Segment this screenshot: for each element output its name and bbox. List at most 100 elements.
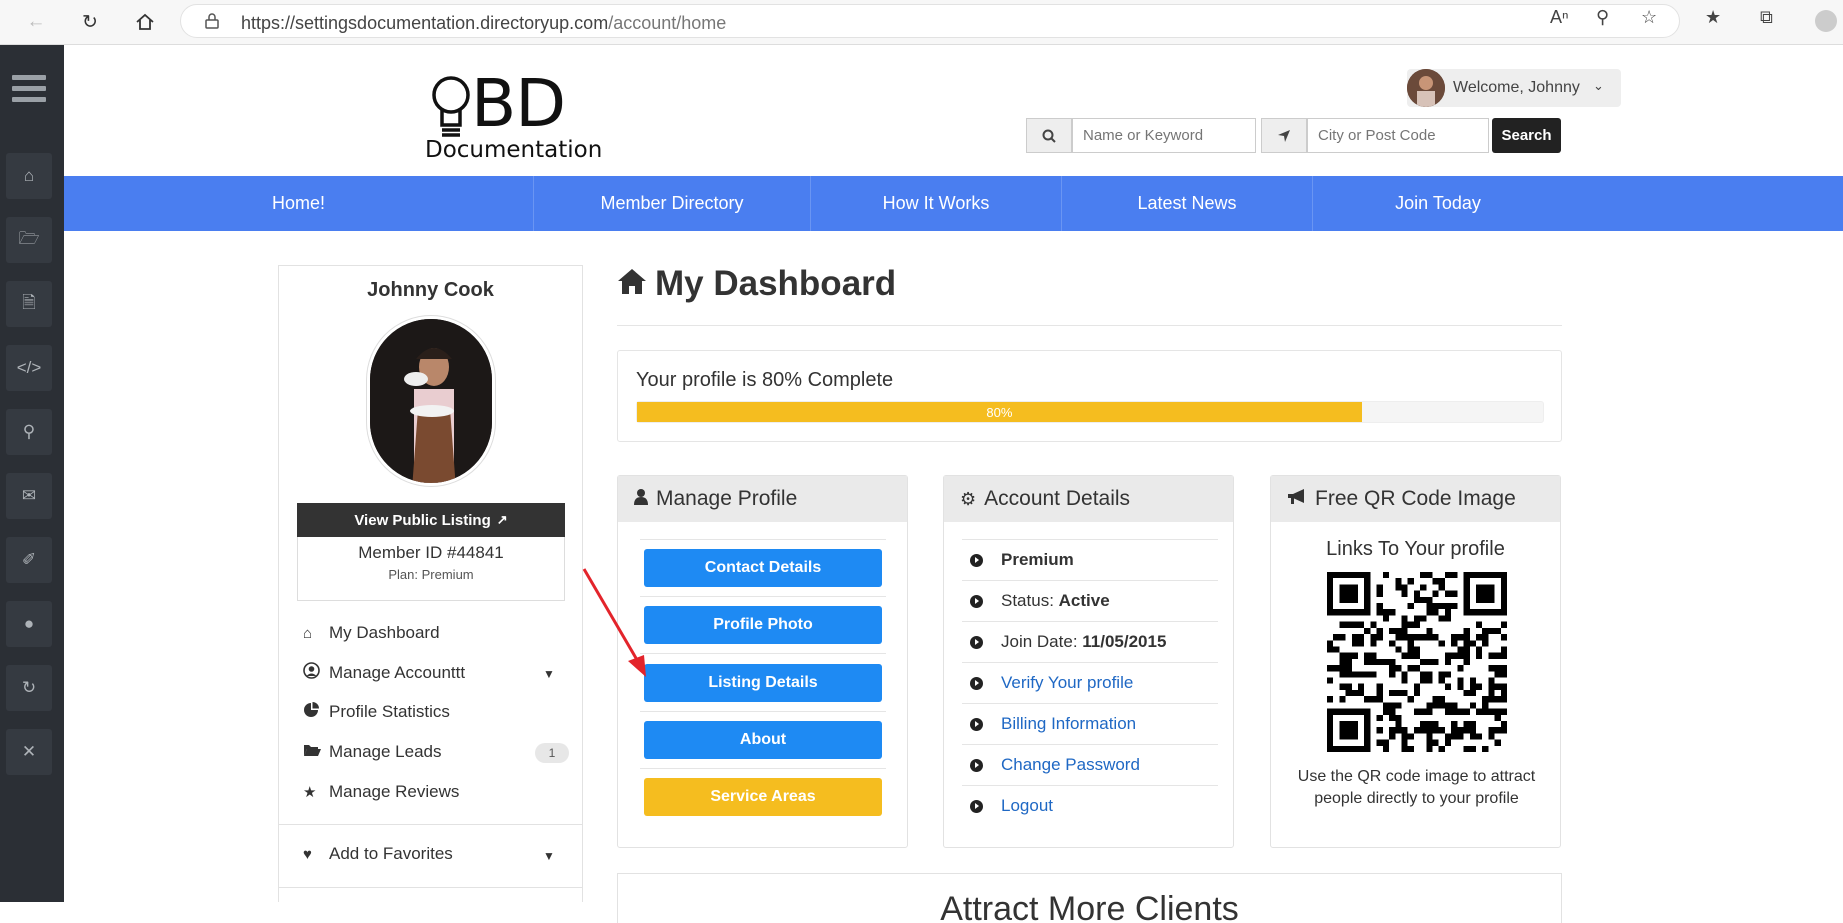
logo-word: Documentation bbox=[425, 137, 603, 163]
browser-toolbar: ← ↻ https://settingsdocumentation.direct… bbox=[0, 0, 1843, 45]
status-value: Active bbox=[1058, 591, 1110, 610]
account-details-card: ⚙ Account Details Premium Status: Active… bbox=[943, 475, 1234, 848]
nav-latest-news[interactable]: Latest News bbox=[1062, 176, 1313, 231]
url-path: /account/home bbox=[608, 13, 727, 33]
nav-member-directory[interactable]: Member Directory bbox=[534, 176, 811, 231]
location-input[interactable] bbox=[1307, 118, 1489, 153]
menu-my-dashboard[interactable]: ⌂ My Dashboard bbox=[303, 623, 440, 643]
billing-row[interactable]: Billing Information bbox=[962, 703, 1218, 744]
user-icon bbox=[634, 488, 648, 510]
refresh-icon[interactable]: ↻ bbox=[76, 8, 104, 36]
card-header: Manage Profile bbox=[618, 476, 907, 522]
lightbulb-icon bbox=[432, 76, 470, 137]
menu-label: Manage Reviews bbox=[329, 782, 460, 801]
sidebar-folder-icon[interactable]: 🗁 bbox=[6, 217, 52, 263]
qr-caption: Use the QR code image to attract people … bbox=[1281, 766, 1552, 810]
page-title: My Dashboard bbox=[617, 264, 896, 304]
sidebar-user-icon[interactable]: ● bbox=[6, 601, 52, 647]
menu-label: Profile Statistics bbox=[329, 702, 450, 721]
home-icon[interactable] bbox=[131, 8, 159, 36]
menu-manage-leads[interactable]: Manage Leads bbox=[303, 742, 441, 762]
billing-information-link[interactable]: Billing Information bbox=[1001, 714, 1136, 734]
about-button[interactable]: About bbox=[644, 721, 882, 759]
member-plan: Plan: Premium bbox=[388, 567, 474, 582]
sidebar-home-icon[interactable]: ⌂ bbox=[6, 153, 52, 199]
verify-profile-link[interactable]: Verify Your profile bbox=[1001, 673, 1133, 693]
nav-join-today[interactable]: Join Today bbox=[1313, 176, 1563, 231]
favorites-icon[interactable]: ★ bbox=[1705, 7, 1721, 28]
profile-sidebar: Johnny Cook View Public Listing ↗ Member… bbox=[278, 265, 583, 902]
search-icon bbox=[1026, 118, 1072, 153]
menu-label: My Dashboard bbox=[329, 623, 440, 642]
back-icon[interactable]: ← bbox=[22, 8, 50, 36]
qr-caption-line2: people directly to your profile bbox=[1314, 790, 1519, 807]
profile-icon[interactable] bbox=[1815, 10, 1837, 32]
sidebar-refresh-icon[interactable]: ↻ bbox=[6, 665, 52, 711]
listing-details-button[interactable]: Listing Details bbox=[644, 664, 882, 702]
play-circle-icon bbox=[970, 676, 983, 690]
menu-manage-reviews[interactable]: ★ Manage Reviews bbox=[303, 782, 459, 802]
sidebar-brush-icon[interactable]: ✐ bbox=[6, 537, 52, 583]
account-status-row: Status: Active bbox=[962, 580, 1218, 621]
qr-caption-line1: Use the QR code image to attract bbox=[1297, 768, 1536, 785]
chevron-down-icon: ⌄ bbox=[1593, 78, 1604, 93]
address-bar[interactable]: https://settingsdocumentation.directoryu… bbox=[180, 4, 1680, 38]
separator bbox=[640, 768, 886, 769]
site-header: BD Documentation Welcome, Johnny ⌄ Searc… bbox=[64, 45, 1843, 176]
separator bbox=[640, 653, 886, 654]
nav-home[interactable]: Home! bbox=[64, 176, 534, 231]
separator bbox=[640, 596, 886, 597]
change-password-row[interactable]: Change Password bbox=[962, 744, 1218, 785]
view-public-listing-button[interactable]: View Public Listing ↗ bbox=[297, 503, 565, 537]
join-value: 11/05/2015 bbox=[1082, 632, 1167, 651]
star-icon: ★ bbox=[303, 784, 317, 801]
url-text: https://settingsdocumentation.directoryu… bbox=[241, 13, 726, 34]
bullhorn-icon bbox=[1287, 488, 1307, 510]
heart-icon: ♥ bbox=[303, 845, 312, 863]
menu-divider bbox=[279, 824, 582, 825]
change-password-link[interactable]: Change Password bbox=[1001, 755, 1140, 775]
nav-how-it-works[interactable]: How It Works bbox=[811, 176, 1062, 231]
search-button[interactable]: Search bbox=[1492, 118, 1561, 153]
read-aloud-icon[interactable]: Aⁿ bbox=[1550, 7, 1569, 28]
caret-down-icon[interactable]: ▼ bbox=[543, 849, 555, 863]
sidebar-search-icon[interactable]: ⚲ bbox=[6, 409, 52, 455]
caret-down-icon[interactable]: ▼ bbox=[543, 667, 555, 681]
contact-details-button[interactable]: Contact Details bbox=[644, 549, 882, 587]
sidebar-code-icon[interactable]: </> bbox=[6, 345, 52, 391]
home-icon: ⌂ bbox=[303, 624, 313, 642]
account-join-row: Join Date: 11/05/2015 bbox=[962, 621, 1218, 662]
menu-manage-account[interactable]: Manage Accounttt bbox=[303, 662, 465, 683]
hamburger-icon[interactable] bbox=[12, 75, 46, 108]
logout-link[interactable]: Logout bbox=[1001, 796, 1053, 816]
profile-photo-button[interactable]: Profile Photo bbox=[644, 606, 882, 644]
avatar bbox=[1407, 69, 1445, 107]
menu-label: Manage Accounttt bbox=[329, 662, 466, 682]
play-circle-icon bbox=[970, 553, 983, 567]
menu-add-to-favorites[interactable]: ♥ Add to Favorites bbox=[303, 844, 453, 864]
menu-profile-statistics[interactable]: Profile Statistics bbox=[303, 702, 450, 722]
account-plan: Premium bbox=[1001, 550, 1074, 569]
welcome-dropdown[interactable]: Welcome, Johnny ⌄ bbox=[1407, 69, 1621, 107]
play-circle-icon bbox=[970, 635, 983, 649]
title-divider bbox=[617, 325, 1562, 326]
verify-profile-row[interactable]: Verify Your profile bbox=[962, 662, 1218, 703]
sidebar-chat-icon[interactable]: ✉ bbox=[6, 473, 52, 519]
card-header: Free QR Code Image bbox=[1271, 476, 1560, 522]
progress-text: Your profile is 80% Complete bbox=[636, 369, 894, 391]
view-public-label: View Public Listing bbox=[354, 511, 491, 529]
user-name: Johnny Cook bbox=[367, 279, 494, 301]
logout-row[interactable]: Logout bbox=[962, 785, 1218, 826]
add-favorite-icon[interactable]: ☆ bbox=[1641, 7, 1657, 28]
card-title: Free QR Code Image bbox=[1315, 487, 1516, 510]
sidebar-page-icon[interactable]: 🗎 bbox=[6, 281, 52, 327]
main-nav: Home! Member Directory How It Works Late… bbox=[64, 176, 1843, 231]
section-heading: Attract More Clients bbox=[940, 890, 1239, 923]
collections-icon[interactable]: ⧉ bbox=[1760, 7, 1773, 28]
keyword-input[interactable] bbox=[1072, 118, 1256, 153]
service-areas-button[interactable]: Service Areas bbox=[644, 778, 882, 816]
sidebar-close-icon[interactable]: ✕ bbox=[6, 729, 52, 775]
zoom-icon[interactable]: ⚲ bbox=[1596, 7, 1609, 28]
menu-label: Add to Favorites bbox=[329, 844, 453, 863]
qr-code-image[interactable] bbox=[1327, 572, 1507, 752]
